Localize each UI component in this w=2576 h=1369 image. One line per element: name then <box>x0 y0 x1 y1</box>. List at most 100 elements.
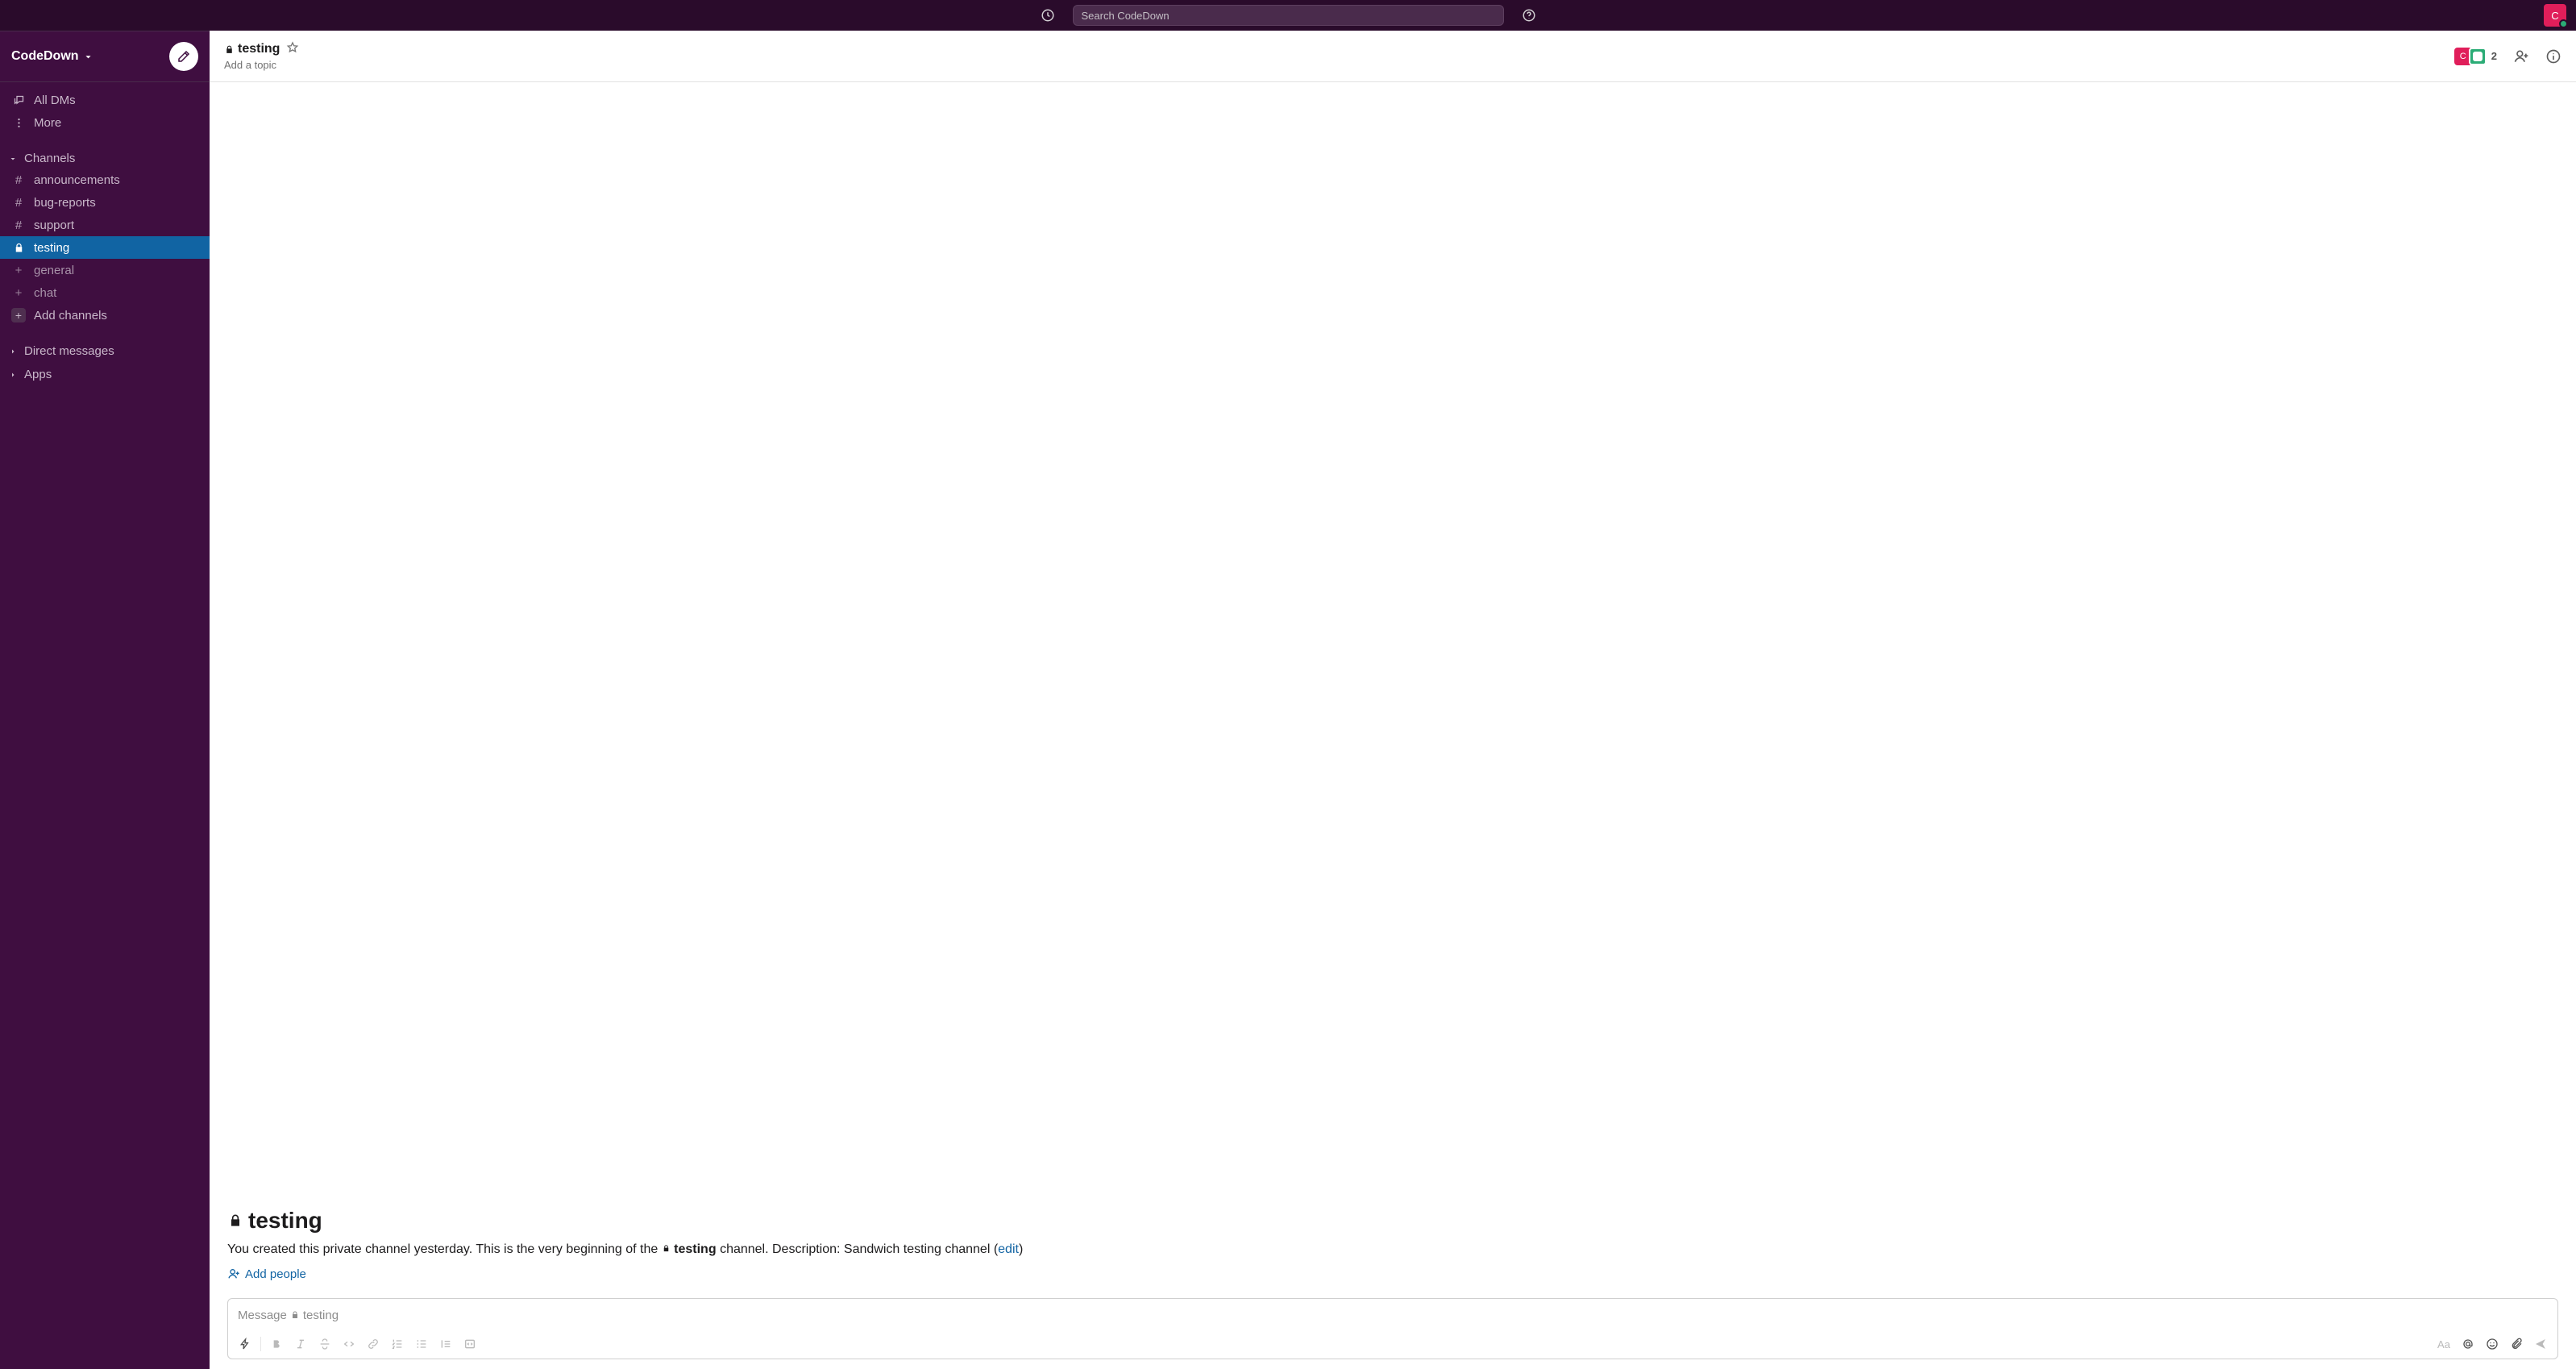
sidebar-channel-general[interactable]: + general <box>0 259 210 281</box>
section-label: Direct messages <box>24 344 114 358</box>
channel-name: general <box>34 264 74 277</box>
plus-icon: + <box>11 264 26 277</box>
sidebar-item-label: More <box>34 116 61 130</box>
search-input[interactable]: Search CodeDown <box>1073 5 1504 26</box>
shortcut-icon[interactable] <box>233 1333 257 1355</box>
toolbar-left <box>233 1333 482 1355</box>
apps-section-header[interactable]: Apps <box>0 361 210 385</box>
message-composer: Message testing <box>227 1298 2558 1359</box>
workspace-name: CodeDown <box>11 49 94 64</box>
intro-channel-name: testing <box>674 1242 716 1256</box>
member-count-number: 2 <box>2491 50 2497 62</box>
channel-name: chat <box>34 286 56 300</box>
blockquote-icon[interactable] <box>434 1333 458 1355</box>
code-block-icon[interactable] <box>458 1333 482 1355</box>
star-icon[interactable] <box>286 41 299 57</box>
format-toggle-icon[interactable]: Aa <box>2432 1333 2456 1355</box>
sidebar-channel-chat[interactable]: + chat <box>0 281 210 304</box>
sidebar-item-all-dms[interactable]: All DMs <box>0 89 210 111</box>
workspace-name-text: CodeDown <box>11 49 79 64</box>
sidebar-channel-testing[interactable]: testing <box>0 236 210 259</box>
section-label: Channels <box>24 152 75 165</box>
topbar: Search CodeDown C <box>0 0 2576 31</box>
attach-icon[interactable] <box>2504 1333 2528 1355</box>
intro-mid: channel. Description: Sandwich testing c… <box>720 1242 998 1256</box>
ordered-list-icon[interactable] <box>385 1333 409 1355</box>
add-person-icon[interactable] <box>2513 48 2529 64</box>
caret-right-icon <box>8 347 18 356</box>
sidebar-item-more[interactable]: More <box>0 111 210 134</box>
add-person-icon <box>227 1267 240 1280</box>
mention-icon[interactable] <box>2456 1333 2480 1355</box>
search-placeholder: Search CodeDown <box>1082 10 1170 22</box>
channel-header: testing Add a topic C 2 <box>210 31 2576 82</box>
lock-icon <box>11 242 26 254</box>
sidebar-scroll: All DMs More Channels # announcements # … <box>0 82 210 1369</box>
channel-name: announcements <box>34 173 120 187</box>
edit-description-link[interactable]: edit <box>998 1242 1019 1256</box>
hash-icon: # <box>11 218 26 232</box>
hash-icon: # <box>11 173 26 187</box>
info-icon[interactable] <box>2545 48 2561 64</box>
emoji-icon[interactable] <box>2480 1333 2504 1355</box>
add-people-row: Add people <box>227 1267 2558 1284</box>
member-avatar <box>2469 48 2487 65</box>
plus-box-icon: + <box>11 308 26 322</box>
channel-title-row: testing <box>224 41 299 57</box>
add-people-label: Add people <box>245 1267 306 1281</box>
main: CodeDown All DMs More <box>0 31 2576 1369</box>
channel-title[interactable]: testing <box>224 42 280 56</box>
composer-toolbar: Aa <box>228 1331 2557 1359</box>
intro-pre: You created this private channel yesterd… <box>227 1242 662 1256</box>
sidebar-channel-support[interactable]: # support <box>0 214 210 236</box>
sidebar: CodeDown All DMs More <box>0 31 210 1369</box>
user-avatar[interactable]: C <box>2544 4 2566 27</box>
workspace-switcher[interactable]: CodeDown <box>0 31 210 82</box>
channel-topic[interactable]: Add a topic <box>224 59 299 71</box>
dm-section-header[interactable]: Direct messages <box>0 338 210 361</box>
sidebar-add-channels[interactable]: + Add channels <box>0 304 210 327</box>
presence-dot-icon <box>2559 19 2568 28</box>
message-input[interactable]: Message testing <box>228 1299 2557 1331</box>
lock-icon <box>227 1213 243 1229</box>
add-channels-label: Add channels <box>34 309 107 322</box>
sidebar-item-label: All DMs <box>34 94 76 107</box>
code-icon[interactable] <box>337 1333 361 1355</box>
channel-intro: testing You created this private channel… <box>227 1208 2558 1284</box>
chevron-down-icon <box>82 51 94 63</box>
history-icon[interactable] <box>1037 5 1058 26</box>
strikethrough-icon[interactable] <box>313 1333 337 1355</box>
dm-icon <box>11 94 26 106</box>
help-icon[interactable] <box>1519 5 1539 26</box>
channel-intro-text: You created this private channel yesterd… <box>227 1240 2558 1259</box>
lock-icon <box>290 1310 300 1320</box>
channel-title-text: testing <box>238 42 280 56</box>
link-icon[interactable] <box>361 1333 385 1355</box>
member-count[interactable]: C 2 <box>2454 48 2497 65</box>
composer-placeholder-channel: testing <box>303 1309 339 1322</box>
channel-view: testing Add a topic C 2 <box>210 31 2576 1369</box>
channel-header-right: C 2 <box>2454 48 2561 65</box>
topbar-center: Search CodeDown <box>1037 5 1539 26</box>
send-icon[interactable] <box>2528 1333 2553 1355</box>
compose-button[interactable] <box>169 42 198 71</box>
channels-section-header[interactable]: Channels <box>0 145 210 169</box>
channel-body: testing You created this private channel… <box>210 82 2576 1369</box>
intro-post: ) <box>1019 1242 1023 1256</box>
avatar-letter: C <box>2551 10 2558 22</box>
channel-name: testing <box>34 241 69 255</box>
bold-icon[interactable] <box>264 1333 289 1355</box>
toolbar-right: Aa <box>2432 1333 2553 1355</box>
lock-icon <box>662 1244 671 1253</box>
bullet-list-icon[interactable] <box>409 1333 434 1355</box>
channel-intro-title-text: testing <box>248 1208 322 1234</box>
channel-intro-title: testing <box>227 1208 2558 1234</box>
composer-placeholder-prefix: Message <box>238 1309 287 1322</box>
sidebar-channel-announcements[interactable]: # announcements <box>0 169 210 191</box>
topbar-right: C <box>2544 0 2566 31</box>
italic-icon[interactable] <box>289 1333 313 1355</box>
more-icon <box>11 117 26 129</box>
sidebar-channel-bug-reports[interactable]: # bug-reports <box>0 191 210 214</box>
add-people-button[interactable]: Add people <box>227 1267 306 1281</box>
caret-right-icon <box>8 370 18 380</box>
